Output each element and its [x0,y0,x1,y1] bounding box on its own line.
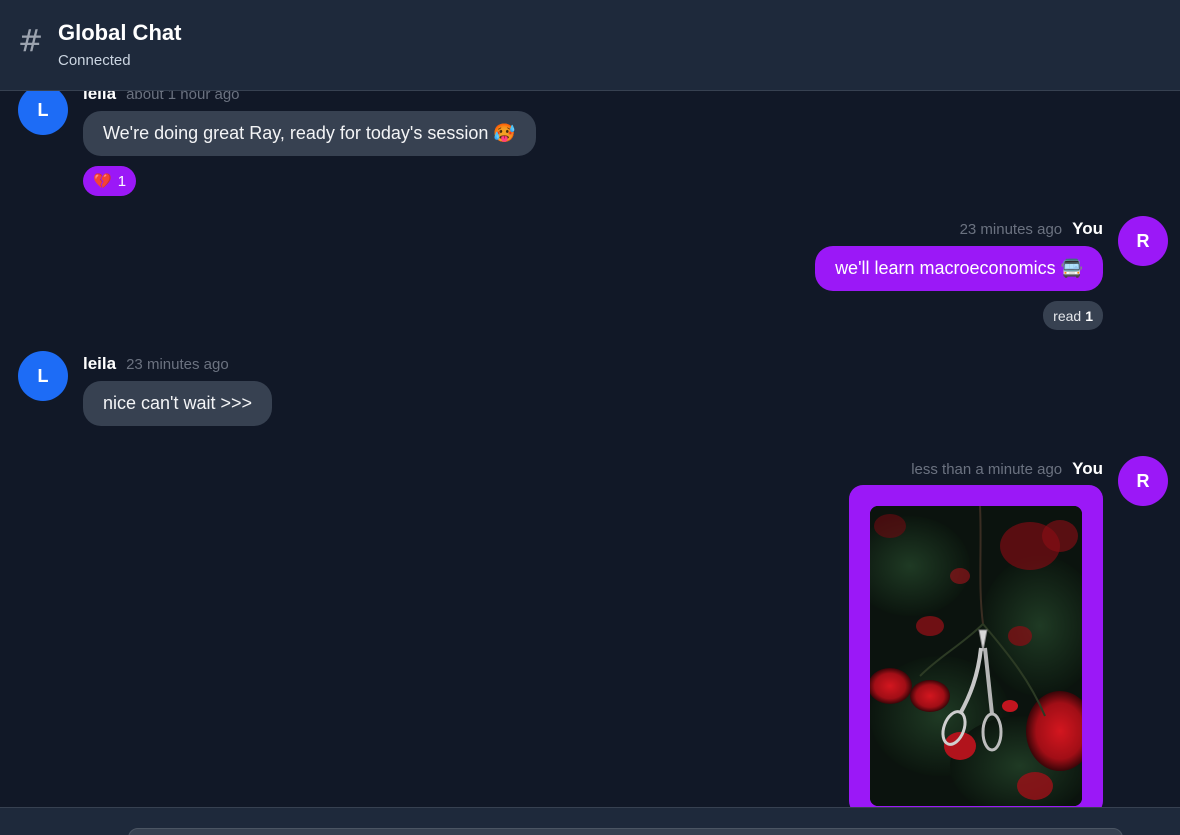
author-name[interactable]: You [1072,459,1103,479]
read-receipt[interactable]: read 1 [1043,301,1103,330]
message-bubble[interactable]: We're doing great Ray, ready for today's… [83,111,536,156]
message-bubble[interactable]: nice can't wait >>> [83,381,273,426]
hash-icon: # [18,24,44,59]
author-name[interactable]: You [1072,219,1103,239]
read-label: read [1053,307,1082,324]
message-composer [0,807,1180,835]
read-count: 1 [1085,307,1093,324]
author-name[interactable]: leila [83,354,116,374]
chat-header: # Global Chat Connected [0,0,1180,91]
reaction-badge[interactable]: 💔 1 [83,166,137,196]
message-meta: less than a minute ago You [911,459,1103,479]
avatar[interactable]: L [18,351,68,401]
message-list[interactable]: L leila about 1 hour ago We're doing gre… [0,91,1180,807]
author-name[interactable]: leila [83,91,116,104]
scissors-roses-image [870,506,1082,806]
message-time: 23 minutes ago [126,356,229,373]
message-time: less than a minute ago [911,461,1063,478]
reaction-count: 1 [117,172,127,190]
avatar[interactable]: L [18,91,68,135]
image-attachment[interactable] [870,506,1082,806]
message-meta: leila about 1 hour ago [83,91,240,104]
message-input[interactable] [128,828,1123,835]
message-bubble[interactable]: we'll learn macroeconomics 🚍 [815,246,1103,291]
channel-title: Global Chat [58,20,182,45]
message-time: 23 minutes ago [959,221,1063,238]
message-time: about 1 hour ago [126,91,240,103]
image-message[interactable] [849,485,1103,807]
connection-status: Connected [58,52,131,69]
message-meta: leila 23 minutes ago [83,354,229,374]
avatar[interactable]: R [1118,216,1168,266]
message-meta: 23 minutes ago You [960,219,1103,239]
broken-heart-icon: 💔 [93,173,112,190]
avatar[interactable]: R [1118,456,1168,506]
